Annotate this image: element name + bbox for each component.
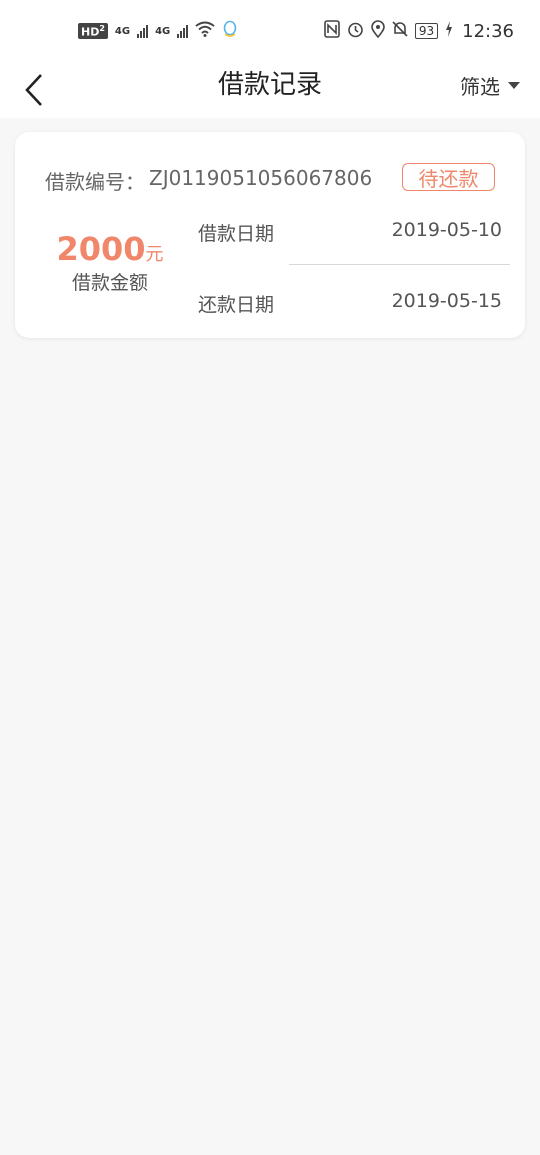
- signal-icon-2: [177, 24, 189, 38]
- filter-button[interactable]: 筛选: [460, 70, 520, 100]
- loan-number-value: ZJ0119051056067806: [149, 166, 373, 190]
- nav-bar: 借款记录 筛选: [0, 62, 540, 118]
- loan-amount-value: 2000: [56, 230, 146, 268]
- charging-icon: [445, 21, 453, 41]
- clock-time: 12:36: [462, 20, 514, 42]
- hd-icon: HD2: [78, 22, 108, 40]
- loan-number-label: 借款编号：: [45, 170, 145, 194]
- wifi-icon: [195, 21, 215, 41]
- divider: [289, 264, 510, 265]
- filter-label: 筛选: [460, 74, 500, 99]
- mute-bell-icon: [392, 20, 408, 42]
- signal-icon: [137, 24, 149, 38]
- battery-icon: 93: [414, 23, 439, 39]
- nfc-icon: [324, 20, 340, 42]
- loan-amount-unit: 元: [145, 244, 164, 265]
- network-type-1: 4G: [114, 25, 131, 37]
- loan-amount-label: 借款金额: [71, 272, 148, 294]
- status-bar: HD2 4G 4G 93 12:36: [0, 0, 540, 62]
- location-icon: [371, 20, 385, 42]
- page-title: 借款记录: [217, 70, 322, 100]
- loan-number: 借款编号： ZJ0119051056067806: [45, 166, 372, 195]
- network-type-2: 4G: [155, 25, 171, 37]
- qq-icon: [222, 20, 238, 42]
- status-badge: 待还款: [402, 163, 495, 191]
- loan-record-card[interactable]: 借款编号： ZJ0119051056067806 待还款 2000元 借款金额 借…: [15, 132, 525, 338]
- repay-date-value: 2019-05-15: [391, 290, 502, 312]
- repay-date-label: 还款日期: [198, 294, 275, 316]
- alarm-icon: [347, 21, 364, 42]
- loan-date-label: 借款日期: [198, 223, 275, 245]
- caret-down-icon: [508, 81, 520, 89]
- status-bar-left: HD2 4G 4G: [78, 20, 238, 42]
- loan-amount: 2000元 借款金额: [55, 230, 165, 295]
- loan-date-value: 2019-05-10: [391, 219, 502, 241]
- status-bar-right: 93 12:36: [324, 20, 514, 42]
